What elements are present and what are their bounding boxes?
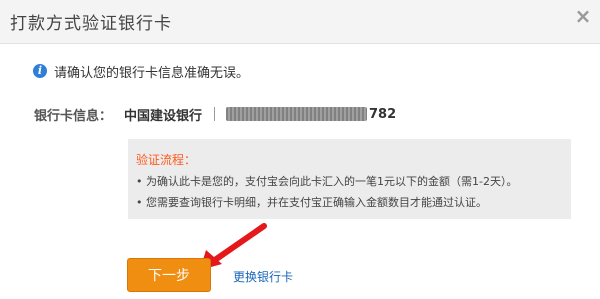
- bank-name: 中国建设银行: [124, 108, 203, 124]
- process-step-1: • 为确认此卡是您的，支付宝会向此卡汇入的一笔1元以下的金额（需1-2天）。: [136, 175, 518, 188]
- card-number-mask: [226, 107, 368, 121]
- info-icon: i: [33, 64, 47, 78]
- next-step-button[interactable]: 下一步: [127, 258, 211, 292]
- notice: i 请确认您的银行卡信息准确无误。: [33, 61, 249, 81]
- process-title: 验证流程：: [136, 153, 197, 167]
- verification-process-box: 验证流程： • 为确认此卡是您的，支付宝会向此卡汇入的一笔1元以下的金额（需1-…: [128, 139, 571, 219]
- close-icon[interactable]: ×: [572, 5, 594, 27]
- dialog-title: 打款方式验证银行卡: [10, 14, 172, 34]
- verify-card-dialog: 打款方式验证银行卡 × i 请确认您的银行卡信息准确无误。 银行卡信息： 中国建…: [0, 0, 600, 299]
- card-number-suffix: 782: [369, 106, 397, 122]
- divider: [214, 107, 216, 121]
- change-card-link[interactable]: 更换银行卡: [233, 268, 293, 285]
- dialog-header: 打款方式验证银行卡 ×: [0, 0, 600, 44]
- card-info-row: 银行卡信息： 中国建设银行 782: [34, 103, 396, 125]
- card-info-label: 银行卡信息：: [34, 108, 113, 124]
- process-step-2: • 您需要查询银行卡明细，并在支付宝正确输入金额数目才能通过认证。: [136, 196, 487, 209]
- notice-text: 请确认您的银行卡信息准确无误。: [54, 65, 250, 81]
